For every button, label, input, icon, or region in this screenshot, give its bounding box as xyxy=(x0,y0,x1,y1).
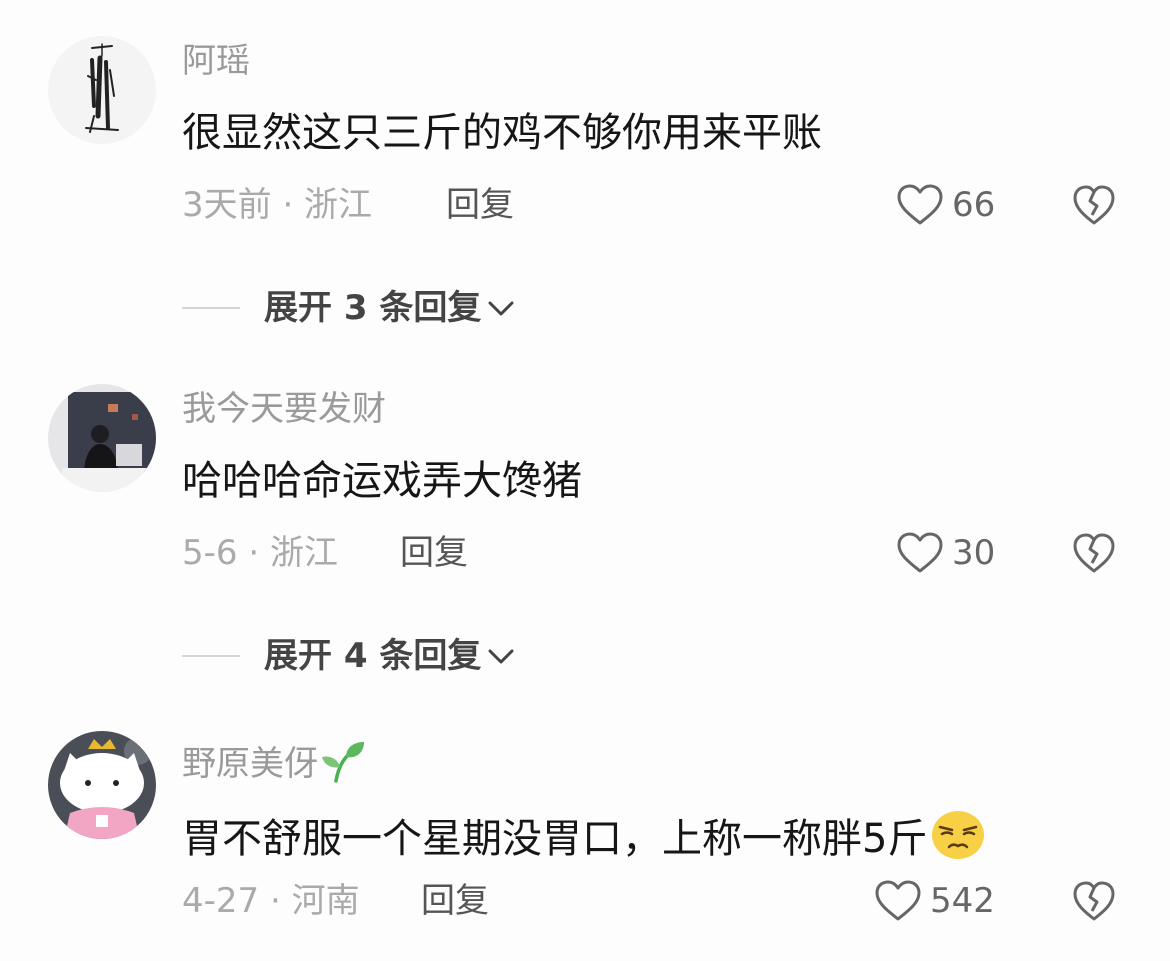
expand-replies-button[interactable]: 展开 3 条回复 xyxy=(182,288,515,328)
avatar[interactable] xyxy=(48,384,156,492)
reply-button[interactable]: 回复 xyxy=(421,884,489,918)
like-count: 66 xyxy=(952,185,996,225)
like-button[interactable]: 30 xyxy=(896,530,995,576)
smirk-emoji-icon xyxy=(932,811,985,859)
like-button[interactable]: 542 xyxy=(874,878,995,924)
heart-outline-icon xyxy=(897,532,943,573)
heart-outline-icon xyxy=(875,880,921,921)
chevron-down-icon xyxy=(488,649,514,664)
reply-button[interactable]: 回复 xyxy=(446,188,514,222)
like-count: 30 xyxy=(952,533,996,573)
comment-meta: 4-27 · 河南 xyxy=(182,881,360,921)
reply-button[interactable]: 回复 xyxy=(400,536,468,570)
comment-text: 哈哈哈命运戏弄大馋猪 xyxy=(182,458,582,504)
username[interactable]: 阿瑶 xyxy=(182,44,250,78)
like-button[interactable]: 66 xyxy=(896,182,995,228)
comment-text-body: 胃不舒服一个星期没胃口，上称一称胖5斤 xyxy=(182,816,928,862)
username[interactable]: 我今天要发财 xyxy=(182,392,386,426)
divider xyxy=(182,655,240,657)
sprout-icon xyxy=(322,742,364,783)
like-count: 542 xyxy=(930,881,995,921)
username-text: 野原美伢 xyxy=(182,744,318,784)
broken-heart-icon[interactable] xyxy=(1072,879,1116,923)
expand-replies-label: 展开 4 条回复 xyxy=(264,636,482,676)
broken-heart-icon[interactable] xyxy=(1072,183,1116,227)
divider xyxy=(182,307,240,309)
comment-text: 胃不舒服一个星期没胃口，上称一称胖5斤 xyxy=(182,810,985,860)
avatar[interactable] xyxy=(48,36,156,144)
expand-replies-label: 展开 3 条回复 xyxy=(264,288,482,328)
comment-meta: 5-6 · 浙江 xyxy=(182,533,338,573)
comment-text: 很显然这只三斤的鸡不够你用来平账 xyxy=(182,110,822,156)
broken-heart-icon[interactable] xyxy=(1072,531,1116,575)
expand-replies-button[interactable]: 展开 4 条回复 xyxy=(182,636,515,676)
chevron-down-icon xyxy=(488,301,514,316)
avatar[interactable] xyxy=(48,731,156,839)
comment-meta: 3天前 · 浙江 xyxy=(182,185,373,225)
username[interactable]: 野原美伢 xyxy=(182,739,366,783)
heart-outline-icon xyxy=(897,184,943,225)
